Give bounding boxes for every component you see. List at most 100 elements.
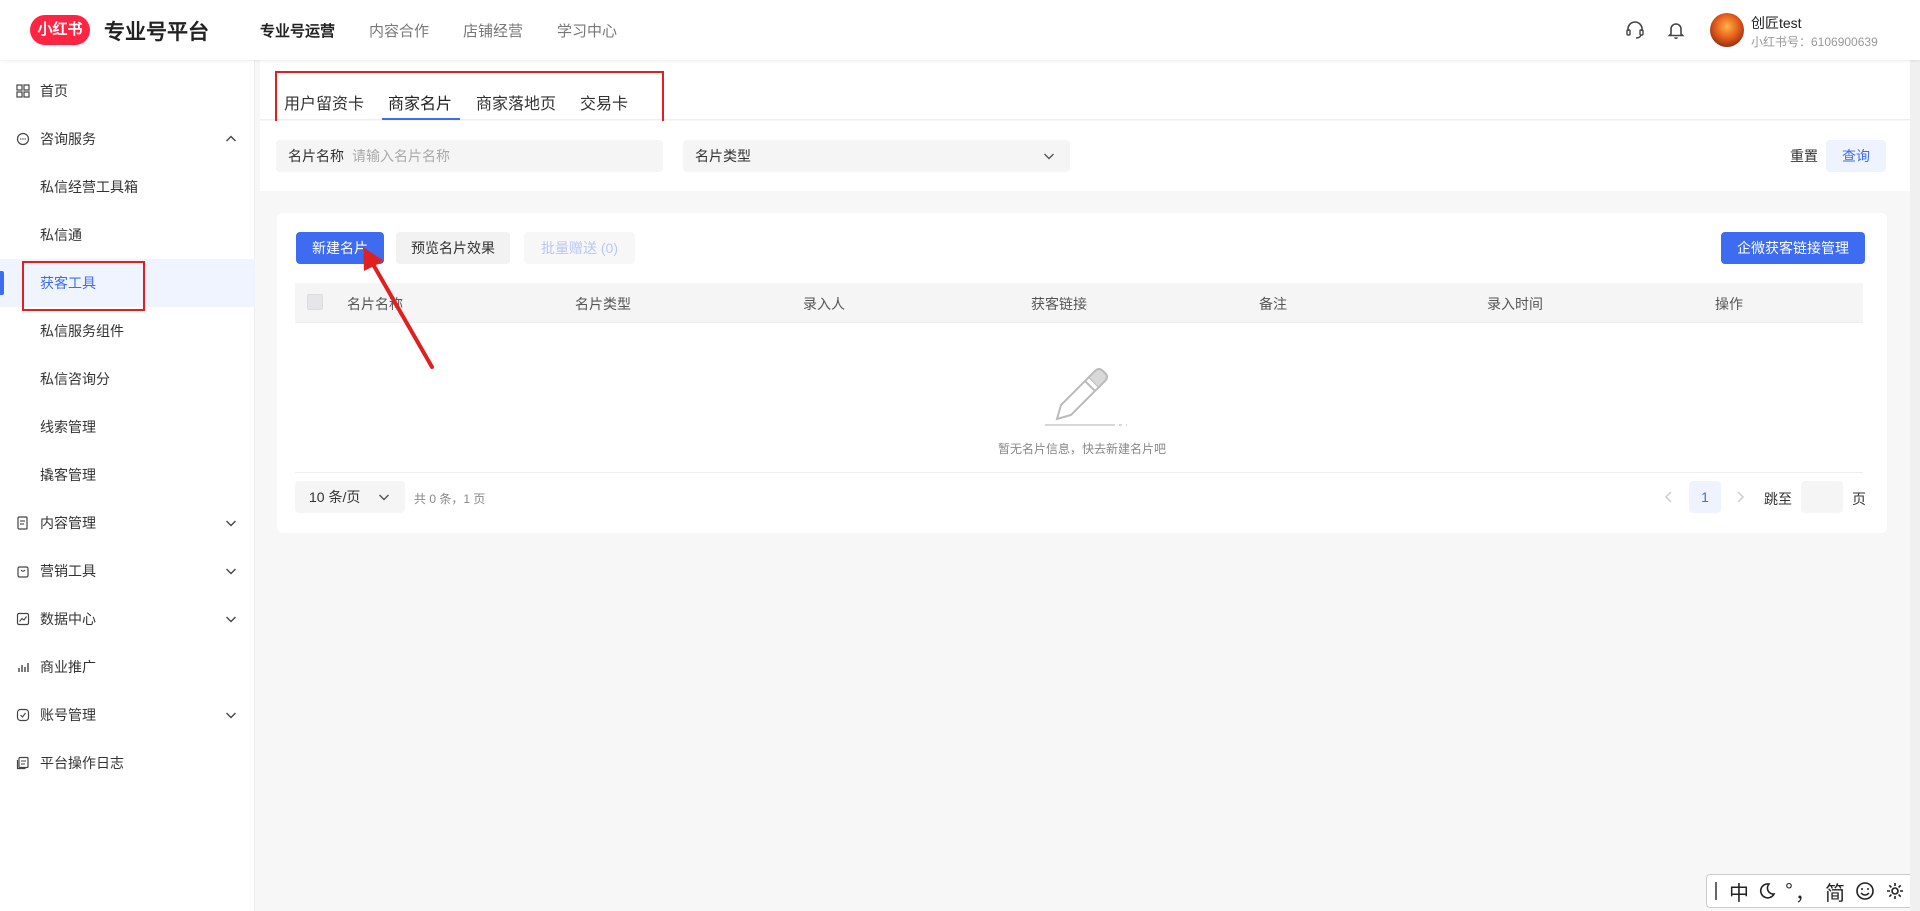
chevron-up-icon[interactable]	[224, 132, 238, 146]
filter-bar: 名片名称 名片类型 重置 查询	[260, 121, 1920, 191]
preview-card-button[interactable]: 预览名片效果	[396, 232, 510, 264]
sidebar-item-customer-management[interactable]: 撬客管理	[0, 451, 255, 499]
top-nav: 专业号运营 内容合作 店铺经营 学习中心	[260, 20, 617, 41]
sidebar-item-account-management[interactable]: 账号管理	[0, 691, 255, 739]
sidebar-item-lead-tools[interactable]: 获客工具	[0, 259, 255, 307]
topnav-item-operations[interactable]: 专业号运营	[260, 20, 335, 41]
document-icon	[17, 516, 28, 530]
sidebar-item-label: 商业推广	[40, 659, 96, 675]
platform-title: 专业号平台	[104, 21, 209, 44]
cards-panel: 新建名片 预览名片效果 批量赠送 (0) 企微获客链接管理 名片名称 名片类型 …	[277, 213, 1887, 533]
card-type-label: 名片类型	[695, 148, 751, 164]
select-all-checkbox[interactable]	[307, 294, 323, 310]
table-divider	[295, 472, 1863, 473]
batch-send-button[interactable]: 批量赠送 (0)	[524, 232, 635, 264]
sidebar-item-dm-service-component[interactable]: 私信服务组件	[0, 307, 255, 355]
sidebar-item-dm-consult-score[interactable]: 私信咨询分	[0, 355, 255, 403]
total-count-text: 共 0 条，1 页	[414, 492, 486, 506]
emoji-icon[interactable]	[1855, 881, 1875, 901]
bar-chart-icon	[18, 663, 29, 672]
sidebar-item-label: 私信经营工具箱	[40, 179, 138, 195]
ime-drag-handle[interactable]	[1715, 882, 1717, 900]
sidebar-item-label: 私信服务组件	[40, 323, 124, 339]
chevron-down-icon[interactable]	[224, 612, 238, 626]
card-name-input[interactable]	[352, 148, 632, 164]
column-header-actions: 操作	[1715, 296, 1743, 312]
jump-page-input[interactable]	[1801, 481, 1843, 513]
sidebar-item-business-promotion[interactable]: 商业推广	[0, 643, 255, 691]
sidebar-item-label: 撬客管理	[40, 467, 96, 483]
column-header-entered-by: 录入人	[803, 296, 845, 312]
sidebar-item-data-center[interactable]: 数据中心	[0, 595, 255, 643]
card-type-select[interactable]: 名片类型	[683, 140, 1070, 172]
sidebar-item-label: 线索管理	[40, 419, 96, 435]
topnav-item-learning[interactable]: 学习中心	[557, 20, 617, 41]
chevron-down-icon[interactable]	[224, 708, 238, 722]
column-header-card-type: 名片类型	[575, 296, 631, 312]
grid-icon	[16, 84, 30, 98]
logo-badge[interactable]: 小红书	[30, 15, 90, 45]
chevron-down-icon[interactable]	[224, 564, 238, 578]
shield-icon	[16, 708, 30, 722]
topnav-item-content-coop[interactable]: 内容合作	[369, 20, 429, 41]
sidebar-item-home[interactable]: 首页	[0, 67, 255, 115]
sidebar-item-consult-service[interactable]: 咨询服务	[0, 115, 255, 163]
sidebar-item-label: 首页	[40, 83, 68, 99]
chevron-right-icon[interactable]	[1732, 489, 1748, 505]
tab-transaction-card[interactable]: 交易卡	[580, 90, 628, 120]
top-header: 小红书 专业号平台 专业号运营 内容合作 店铺经营 学习中心 创匠test 小红…	[0, 0, 1920, 60]
sidebar-item-label: 获客工具	[40, 275, 96, 291]
column-header-remark: 备注	[1259, 296, 1287, 312]
user-name: 创匠test	[1751, 15, 1802, 31]
chevron-down-icon	[1044, 153, 1054, 160]
sidebar-item-marketing-tools[interactable]: 营销工具	[0, 547, 255, 595]
sidebar-item-operation-log[interactable]: 平台操作日志	[0, 739, 255, 787]
page-scrollbar[interactable]	[1910, 0, 1920, 911]
tab-merchant-landing-page[interactable]: 商家落地页	[476, 90, 556, 120]
new-card-button[interactable]: 新建名片	[296, 232, 384, 264]
topnav-item-store[interactable]: 店铺经营	[463, 20, 523, 41]
page-unit-label: 页	[1852, 491, 1866, 507]
tabs-bar: 用户留资卡 商家名片 商家落地页 交易卡	[260, 60, 1920, 120]
sidebar-item-label: 数据中心	[40, 611, 96, 627]
card-name-label: 名片名称	[288, 148, 344, 164]
ime-script-toggle[interactable]: 简	[1825, 877, 1845, 906]
bell-icon[interactable]	[1665, 19, 1687, 41]
user-id: 小红书号：6106900639	[1751, 35, 1878, 49]
query-button[interactable]: 查询	[1826, 140, 1886, 172]
gear-icon[interactable]	[1885, 881, 1905, 901]
tab-merchant-card[interactable]: 商家名片	[381, 90, 461, 120]
empty-state-text: 暂无名片信息，快去新建名片吧	[997, 442, 1166, 456]
headset-icon[interactable]	[1624, 19, 1646, 41]
tab-user-lead-card[interactable]: 用户留资卡	[284, 90, 364, 120]
sidebar-item-content-management[interactable]: 内容管理	[0, 499, 255, 547]
sidebar-item-label: 平台操作日志	[40, 755, 124, 771]
page-number-current[interactable]: 1	[1689, 481, 1721, 513]
avatar[interactable]	[1710, 13, 1744, 47]
chevron-left-icon[interactable]	[1661, 489, 1677, 505]
wecom-link-management-button[interactable]: 企微获客链接管理	[1721, 232, 1865, 264]
ime-width-toggle[interactable]: °	[1785, 880, 1793, 903]
column-header-card-name: 名片名称	[347, 296, 403, 312]
jump-to-label: 跳至	[1764, 491, 1792, 507]
sidebar-item-label: 营销工具	[40, 563, 96, 579]
sidebar-item-label: 咨询服务	[40, 131, 96, 147]
sidebar-item-label: 私信通	[40, 227, 82, 243]
sidebar-item-dm-pass[interactable]: 私信通	[0, 211, 255, 259]
page-size-select[interactable]: 10 条/页	[295, 481, 405, 513]
moon-icon[interactable]	[1757, 881, 1777, 901]
page-size-value: 10 条/页	[309, 489, 361, 505]
chevron-down-icon[interactable]	[224, 516, 238, 530]
column-header-entry-time: 录入时间	[1487, 296, 1543, 312]
ime-punct-toggle[interactable]: ，	[1795, 877, 1815, 906]
ime-mode-toggle[interactable]: 中	[1729, 877, 1749, 906]
sidebar-item-lead-management[interactable]: 线索管理	[0, 403, 255, 451]
sidebar: 首页 咨询服务 私信经营工具箱 私信通 获客工具 私信服务组件 私信咨询分 线索…	[0, 60, 255, 911]
sidebar-item-label: 私信咨询分	[40, 371, 110, 387]
chat-bubble-icon	[16, 132, 30, 146]
sidebar-item-label: 账号管理	[40, 707, 96, 723]
chevron-down-icon	[379, 494, 389, 501]
sidebar-item-dm-toolbox[interactable]: 私信经营工具箱	[0, 163, 255, 211]
sidebar-item-label: 内容管理	[40, 515, 96, 531]
bag-icon	[17, 566, 29, 578]
